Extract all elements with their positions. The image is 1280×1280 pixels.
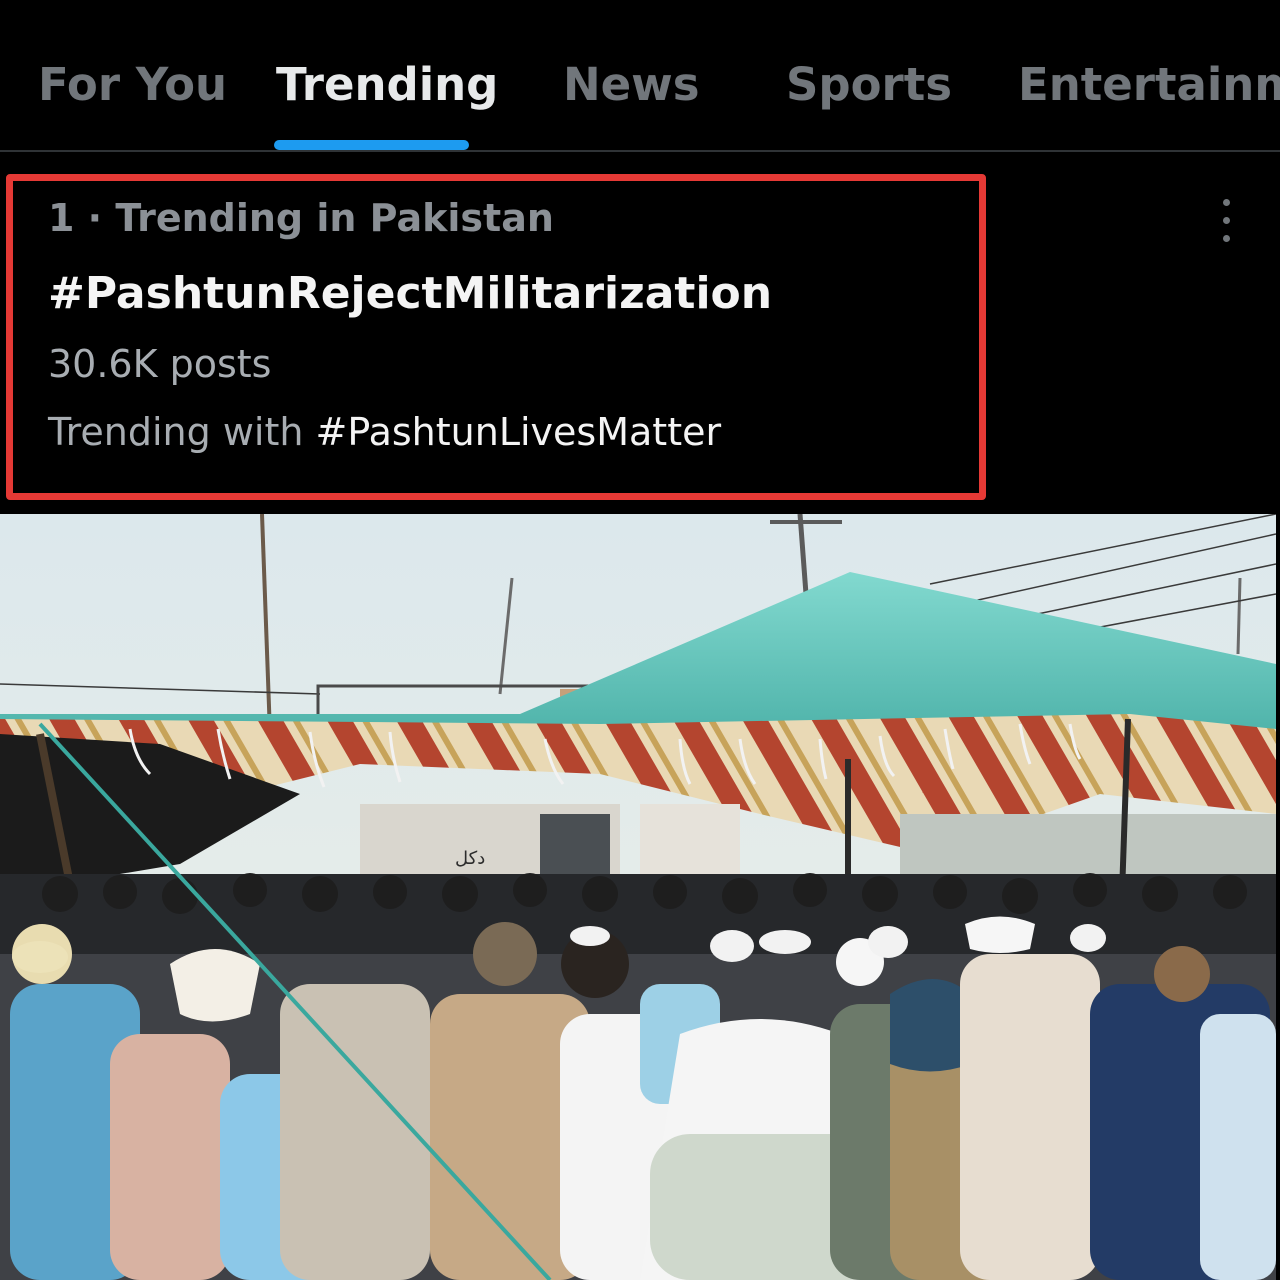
tab-for-you[interactable]: For You	[38, 58, 227, 111]
more-vertical-icon[interactable]	[1210, 196, 1244, 246]
tab-trending[interactable]: Trending	[276, 58, 498, 111]
tab-bar: For You Trending News Sports Entertainme	[0, 0, 1280, 152]
trending-with: Trending with #PashtunLivesMatter	[48, 410, 721, 454]
photo-edge	[1276, 514, 1280, 1280]
trend-photo[interactable]: دکل	[0, 514, 1276, 1280]
tab-entertainment[interactable]: Entertainme	[1018, 58, 1280, 111]
active-tab-indicator	[274, 140, 469, 150]
trend-rank-location: 1 · Trending in Pakistan	[48, 196, 554, 240]
trend-item[interactable]: 1 · Trending in Pakistan #PashtunRejectM…	[0, 152, 1280, 514]
trend-hashtag[interactable]: #PashtunRejectMilitarization	[48, 268, 772, 319]
trending-with-hashtag[interactable]: #PashtunLivesMatter	[316, 410, 722, 454]
tab-sports[interactable]: Sports	[786, 58, 952, 111]
protest-crowd-image: دکل	[0, 514, 1276, 1280]
tab-news[interactable]: News	[563, 58, 700, 111]
shop-sign-text: دکل	[455, 848, 485, 869]
trending-with-label: Trending with	[48, 410, 316, 454]
trend-post-count: 30.6K posts	[48, 342, 272, 386]
